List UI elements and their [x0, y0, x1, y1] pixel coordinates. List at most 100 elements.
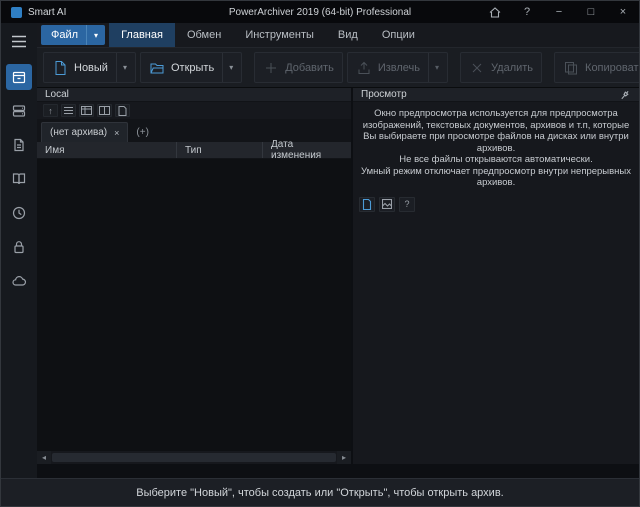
- extract-button-label: Извлечь: [378, 62, 420, 74]
- preview-image-icon: [382, 199, 392, 209]
- add-button[interactable]: Добавить: [254, 52, 343, 83]
- drives-icon: [11, 103, 27, 119]
- preview-pane-title: Просмотр: [361, 89, 407, 100]
- column-header-date[interactable]: Дата изменения: [263, 142, 351, 158]
- minimize-icon[interactable]: −: [543, 1, 575, 23]
- preview-mode-buttons: ?: [353, 189, 639, 212]
- go-up-button[interactable]: ↑: [43, 104, 58, 117]
- delete-icon: [469, 60, 485, 76]
- statusbar: Выберите "Новый", чтобы создать или "Отк…: [1, 478, 639, 506]
- new-dropdown-icon[interactable]: ▾: [116, 53, 127, 82]
- preview-help-button[interactable]: ?: [399, 197, 415, 212]
- archive-icon: [11, 69, 27, 85]
- hamburger-menu-button[interactable]: [6, 30, 32, 52]
- local-pane-header: Local: [37, 88, 351, 102]
- file-menu-button[interactable]: Файл ▾: [41, 25, 105, 45]
- browser-mini-toolbar: ↑: [37, 102, 351, 119]
- titlebar: Smart AI PowerArchiver 2019 (64-bit) Pro…: [1, 1, 639, 23]
- clock-icon: [11, 205, 27, 221]
- new-button[interactable]: Новый ▾: [43, 52, 136, 83]
- delete-button-label: Удалить: [491, 62, 533, 74]
- column-header-name[interactable]: Имя: [37, 142, 177, 158]
- tab-close-icon[interactable]: ×: [114, 128, 119, 138]
- sidebar-item-encryption[interactable]: [6, 234, 32, 260]
- details-view-icon: [81, 106, 92, 115]
- preview-pane: Просмотр Окно предпросмотра используется…: [353, 88, 639, 464]
- app-logo-icon: [11, 7, 22, 18]
- book-icon: [11, 171, 27, 187]
- add-button-label: Добавить: [285, 62, 334, 74]
- close-icon[interactable]: ×: [607, 1, 639, 23]
- tab-tools[interactable]: Инструменты: [233, 23, 326, 47]
- sidebar-item-cloud[interactable]: [6, 268, 32, 294]
- cloud-icon: [11, 273, 27, 289]
- delete-button[interactable]: Удалить: [460, 52, 542, 83]
- preview-file-icon: [362, 199, 372, 210]
- status-message: Выберите "Новый", чтобы создать или "Отк…: [136, 487, 503, 499]
- split-view-icon: [99, 106, 110, 115]
- help-icon[interactable]: ?: [511, 1, 543, 23]
- preview-pane-header: Просмотр: [353, 88, 639, 102]
- tab-options[interactable]: Опции: [370, 23, 427, 47]
- sidebar-item-library[interactable]: [6, 166, 32, 192]
- preview-description: Окно предпросмотра используется для пред…: [353, 102, 639, 189]
- sidebar-item-archive[interactable]: [6, 64, 32, 90]
- scroll-left-icon[interactable]: ◂: [37, 451, 51, 464]
- tab-home[interactable]: Главная: [109, 23, 175, 47]
- lock-icon: [11, 239, 27, 255]
- local-pane-title: Local: [45, 89, 69, 100]
- document-small-icon: [118, 106, 127, 116]
- open-button[interactable]: Открыть ▾: [140, 52, 242, 83]
- new-tab-button[interactable]: (+): [128, 122, 157, 142]
- archive-tab[interactable]: (нет архива) ×: [41, 122, 128, 142]
- preview-toggle-button[interactable]: [115, 104, 130, 117]
- app-name: Smart AI: [28, 7, 66, 18]
- horizontal-scrollbar[interactable]: ◂ ▸: [37, 451, 351, 464]
- scrollbar-thumb[interactable]: [52, 453, 336, 462]
- sidebar-item-history[interactable]: [6, 200, 32, 226]
- open-button-label: Открыть: [171, 62, 214, 74]
- file-table-header: Имя Тип Дата изменения: [37, 142, 351, 159]
- split-view-button[interactable]: [97, 104, 112, 117]
- sidebar-item-documents[interactable]: [6, 132, 32, 158]
- add-icon: [263, 60, 279, 76]
- list-view-icon: [63, 106, 74, 115]
- sidebar: [1, 23, 37, 478]
- tab-view[interactable]: Вид: [326, 23, 370, 47]
- file-browser-pane: Local ↑ (нет архива) × (+) Имя: [37, 88, 351, 464]
- list-view-button[interactable]: [61, 104, 76, 117]
- app-window: Smart AI PowerArchiver 2019 (64-bit) Pro…: [0, 0, 640, 507]
- document-icon: [11, 137, 27, 153]
- column-header-type[interactable]: Тип: [177, 142, 263, 158]
- extract-icon: [356, 60, 372, 76]
- home-icon[interactable]: [479, 1, 511, 23]
- details-view-button[interactable]: [79, 104, 94, 117]
- copy-button[interactable]: Копировать ▾: [554, 52, 640, 83]
- chevron-down-icon[interactable]: ▾: [86, 25, 105, 45]
- sidebar-item-drives[interactable]: [6, 98, 32, 124]
- window-controls: ? − □ ×: [479, 1, 639, 23]
- extract-dropdown-icon[interactable]: ▾: [428, 53, 439, 82]
- preview-file-button[interactable]: [359, 197, 375, 212]
- file-list[interactable]: [37, 159, 351, 451]
- scrollbar-track[interactable]: [51, 451, 337, 464]
- scroll-right-icon[interactable]: ▸: [337, 451, 351, 464]
- archive-tab-label: (нет архива): [50, 127, 107, 138]
- extract-button[interactable]: Извлечь ▾: [347, 52, 448, 83]
- preview-text-line2: Не все файлы открываются автоматически.: [359, 154, 633, 166]
- preview-text-line1: Окно предпросмотра используется для пред…: [359, 108, 633, 154]
- maximize-icon[interactable]: □: [575, 1, 607, 23]
- hamburger-icon: [11, 35, 27, 48]
- copy-icon: [563, 60, 579, 76]
- preview-text-line3: Умный режим отключает предпросмотр внутр…: [359, 166, 633, 189]
- open-archive-icon: [149, 60, 165, 76]
- open-dropdown-icon[interactable]: ▾: [222, 53, 233, 82]
- file-menu-label: Файл: [51, 29, 78, 41]
- preview-image-button[interactable]: [379, 197, 395, 212]
- pin-icon[interactable]: [619, 89, 631, 101]
- ribbon-toolbar: Новый ▾ Открыть ▾ Добавить Извлечь ▾ Уда…: [37, 47, 639, 88]
- new-button-label: Новый: [74, 62, 108, 74]
- tab-share[interactable]: Обмен: [175, 23, 233, 47]
- app-menu-button[interactable]: Smart AI: [1, 1, 76, 23]
- copy-button-label: Копировать: [585, 62, 640, 74]
